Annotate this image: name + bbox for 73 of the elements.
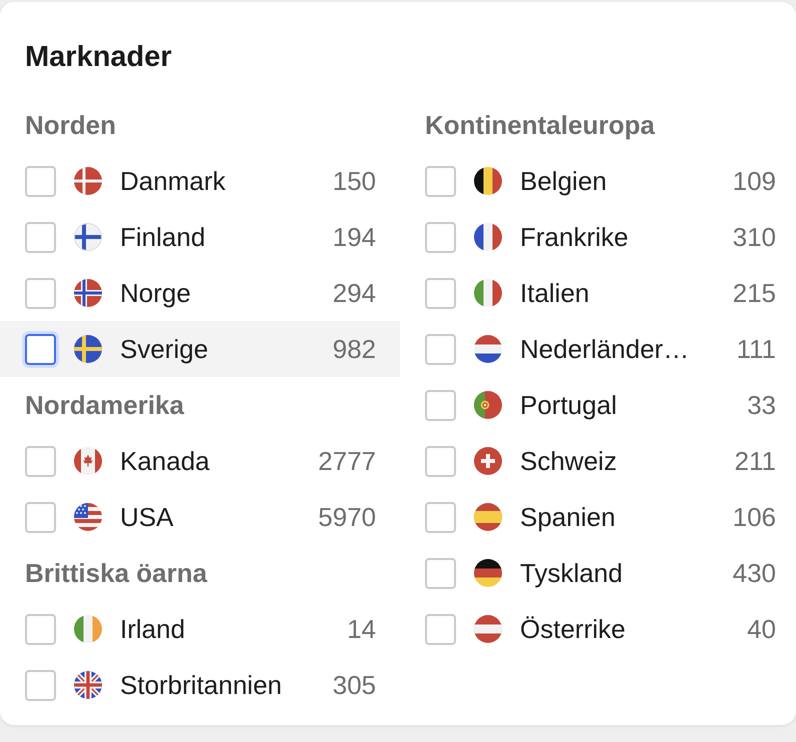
checkbox[interactable] [425,222,456,252]
market-name: Nederländer… [520,334,690,364]
market-count: 111 [736,334,776,364]
market-count: 211 [734,446,776,476]
checkbox[interactable] [25,502,56,532]
market-name: Frankrike [520,222,628,252]
cross-flag-icon [74,335,102,363]
row-highlight[interactable]: Sverige 982 [0,321,400,377]
tricolor-flag-icon [474,223,502,251]
market-name: Portugal [520,390,617,420]
checkbox[interactable] [425,502,456,532]
market-name: Kanada [120,446,210,476]
market-count: 109 [732,166,776,196]
panel-title: Marknader [25,40,172,74]
market-count: 5970 [318,502,376,532]
market-name: Österrike [520,614,626,644]
tricolor-flag-icon [474,279,502,307]
tricolor-flag-icon [474,559,502,587]
checkbox[interactable] [25,614,56,644]
market-count: 310 [732,222,776,252]
checkbox[interactable] [425,166,456,196]
checkbox[interactable] [25,222,56,252]
market-count: 215 [732,278,776,308]
group-heading: Brittiska öarna [25,558,208,588]
group-heading: Norden [25,110,116,140]
cross-flag-icon [74,167,102,195]
market-count: 2777 [318,446,376,476]
emblem-flag-icon [474,391,502,419]
market-name: Finland [120,222,206,252]
tricolor-flag-icon [74,615,102,643]
cross-flag-icon [74,279,102,307]
market-count: 150 [332,166,376,196]
striped-flag-icon [474,615,502,643]
checkbox[interactable] [25,670,56,700]
group-heading: Nordamerika [25,390,184,420]
market-count: 982 [332,334,376,364]
market-count: 40 [747,614,776,644]
market-name: Tyskland [520,558,623,588]
market-name: Spanien [520,502,616,532]
checkbox[interactable] [425,334,456,364]
market-count: 14 [347,614,376,644]
checkbox[interactable] [425,558,456,588]
market-name: Belgien [520,166,607,196]
market-count: 430 [732,558,776,588]
tricolor-flag-icon [474,335,502,363]
market-name: Italien [520,278,590,308]
market-count: 106 [732,502,776,532]
checkbox[interactable] [425,446,456,476]
striped-flag-icon [474,503,502,531]
checkbox[interactable] [25,278,56,308]
tricolor-flag-icon [474,167,502,195]
market-count: 33 [747,390,776,420]
plus-flag-icon [474,447,502,475]
checkbox[interactable] [425,278,456,308]
market-name: Danmark [120,166,226,196]
market-count: 294 [332,278,376,308]
market-count: 305 [332,670,376,700]
checkbox[interactable] [425,614,456,644]
checkbox[interactable] [25,166,56,196]
union-jack-flag-icon [74,671,102,699]
market-name: USA [120,502,174,532]
market-count: 194 [332,222,376,252]
market-name: Storbritannien [120,670,282,700]
market-name: Schweiz [520,446,617,476]
market-name: Sverige [120,334,208,364]
cross-flag-icon [74,223,102,251]
stars-stripes-flag-icon [74,503,102,531]
maple-leaf-flag-icon [74,447,102,475]
checkbox[interactable] [25,446,56,476]
group-heading: Kontinentaleuropa [425,110,655,140]
checkbox[interactable] [425,390,456,420]
market-name: Irland [120,614,186,644]
market-name: Norge [120,278,191,308]
